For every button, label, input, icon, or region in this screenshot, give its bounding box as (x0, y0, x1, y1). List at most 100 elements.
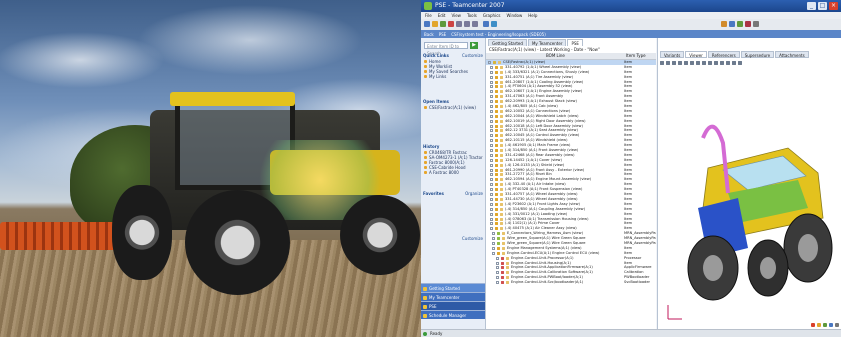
expand-toggle-icon[interactable] (490, 80, 493, 84)
expand-toggle-icon[interactable] (490, 158, 493, 162)
expand-toggle-icon[interactable] (490, 168, 493, 172)
column-item-type[interactable]: Item Type (626, 53, 646, 59)
expand-toggle-icon[interactable] (490, 129, 493, 133)
expand-toggle-icon[interactable] (490, 144, 493, 148)
search-icon[interactable] (491, 21, 497, 27)
nav-schedule-manager[interactable]: Schedule Manager (421, 310, 485, 319)
open-item[interactable]: CSE/Fastrac(A;1) (view) (423, 105, 483, 110)
expand-toggle-icon[interactable] (490, 183, 493, 187)
menu-tools[interactable]: Tools (467, 12, 477, 19)
options-icon[interactable] (753, 21, 759, 27)
check-in-icon[interactable] (737, 21, 743, 27)
tab-pse[interactable]: PSE (567, 39, 583, 46)
item-search-input[interactable]: Enter Item ID to Search (424, 42, 468, 56)
copy-icon[interactable] (464, 21, 470, 27)
nav-pse[interactable]: PSE (421, 301, 485, 310)
close-button[interactable]: × (829, 2, 838, 10)
snapshot-icon[interactable] (738, 61, 742, 65)
expand-toggle-icon[interactable] (490, 197, 493, 201)
tab-referencers[interactable]: Referencers (707, 51, 740, 58)
expand-toggle-icon[interactable] (490, 212, 493, 216)
table-row[interactable]: Engine-Control-Unit-Svc/bootloader(A;1) S… (486, 280, 656, 285)
delete-icon[interactable] (448, 21, 454, 27)
save-icon[interactable] (440, 21, 446, 27)
measure-icon[interactable] (708, 61, 712, 65)
expand-toggle-icon[interactable] (490, 207, 493, 211)
menu-edit[interactable]: Edit (438, 12, 446, 19)
tab-my-teamcenter[interactable]: My Teamcenter (527, 39, 567, 46)
play-icon[interactable] (690, 61, 694, 65)
expand-toggle-icon[interactable] (492, 237, 495, 241)
expand-toggle-icon[interactable] (490, 149, 493, 153)
expand-toggle-icon[interactable] (490, 109, 493, 113)
new-icon[interactable] (424, 21, 430, 27)
rotate-icon[interactable] (660, 61, 664, 65)
expand-toggle-icon[interactable] (496, 256, 499, 260)
app-link-pse[interactable]: PSE (439, 32, 446, 37)
expand-toggle-icon[interactable] (490, 75, 493, 79)
expand-toggle-icon[interactable] (496, 271, 499, 275)
expand-toggle-icon[interactable] (488, 61, 491, 64)
expand-toggle-icon[interactable] (490, 114, 493, 118)
expand-toggle-icon[interactable] (490, 124, 493, 128)
open-icon[interactable] (432, 21, 438, 27)
markup-settings-icon[interactable] (835, 323, 839, 327)
expand-toggle-icon[interactable] (490, 173, 493, 177)
expand-toggle-icon[interactable] (490, 227, 493, 231)
search-go-button[interactable]: ▶ (470, 42, 478, 49)
expand-toggle-icon[interactable] (490, 202, 493, 206)
section-icon[interactable] (702, 61, 706, 65)
expand-toggle-icon[interactable] (490, 153, 493, 157)
tab-variants[interactable]: Variants (660, 51, 685, 58)
tab-getting-started[interactable]: Getting Started (488, 39, 527, 46)
expand-toggle-icon[interactable] (490, 178, 493, 182)
expand-toggle-icon[interactable] (490, 188, 493, 192)
expand-toggle-icon[interactable] (490, 95, 493, 99)
expand-toggle-icon[interactable] (490, 100, 493, 104)
expand-toggle-icon[interactable] (490, 105, 493, 109)
expand-toggle-icon[interactable] (490, 85, 493, 89)
column-bom-line[interactable]: BOM Line (546, 53, 565, 59)
expand-toggle-icon[interactable] (490, 193, 493, 197)
tab-supersedure[interactable]: Supersedure (740, 51, 775, 58)
check-out-icon[interactable] (745, 21, 751, 27)
menu-view[interactable]: View (451, 12, 461, 19)
lighting-icon[interactable] (732, 61, 736, 65)
menu-file[interactable]: File (425, 12, 432, 19)
quick-link-my-links[interactable]: My Links (423, 74, 483, 79)
zoom-icon[interactable] (672, 61, 676, 65)
expand-toggle-icon[interactable] (496, 281, 499, 285)
tab-viewer[interactable]: Viewer (685, 51, 707, 58)
back-link[interactable]: Back (424, 32, 434, 37)
tab-attachments[interactable]: Attachments (775, 51, 809, 58)
expand-toggle-icon[interactable] (490, 222, 493, 226)
fit-icon[interactable] (678, 61, 682, 65)
favorites-organize[interactable]: Organize (465, 191, 483, 197)
expand-toggle-icon[interactable] (490, 217, 493, 221)
nav-getting-started[interactable]: Getting Started (421, 283, 485, 292)
minimize-button[interactable]: _ (807, 2, 816, 10)
expand-toggle-icon[interactable] (490, 139, 493, 143)
wireframe-icon[interactable] (726, 61, 730, 65)
expand-toggle-icon[interactable] (490, 163, 493, 167)
expand-toggle-icon[interactable] (490, 90, 493, 94)
expand-toggle-icon[interactable] (492, 232, 495, 236)
markup-blue-icon[interactable] (829, 323, 833, 327)
expand-toggle-icon[interactable] (496, 266, 499, 270)
refresh-icon[interactable] (483, 21, 489, 27)
expand-toggle-icon[interactable] (490, 119, 493, 123)
expand-toggle-icon[interactable] (492, 251, 495, 255)
expand-toggle-icon[interactable] (492, 241, 495, 245)
expand-toggle-icon[interactable] (490, 134, 493, 138)
expand-toggle-icon[interactable] (492, 246, 495, 250)
markup-green-icon[interactable] (823, 323, 827, 327)
nav-my-teamcenter[interactable]: My Teamcenter (421, 292, 485, 301)
last-frame-icon[interactable] (696, 61, 700, 65)
markup-icon[interactable] (714, 61, 718, 65)
first-frame-icon[interactable] (684, 61, 688, 65)
pan-icon[interactable] (666, 61, 670, 65)
menu-help[interactable]: Help (528, 12, 537, 19)
expand-toggle-icon[interactable] (490, 65, 493, 69)
shade-icon[interactable] (720, 61, 724, 65)
maximize-button[interactable]: □ (818, 2, 827, 10)
